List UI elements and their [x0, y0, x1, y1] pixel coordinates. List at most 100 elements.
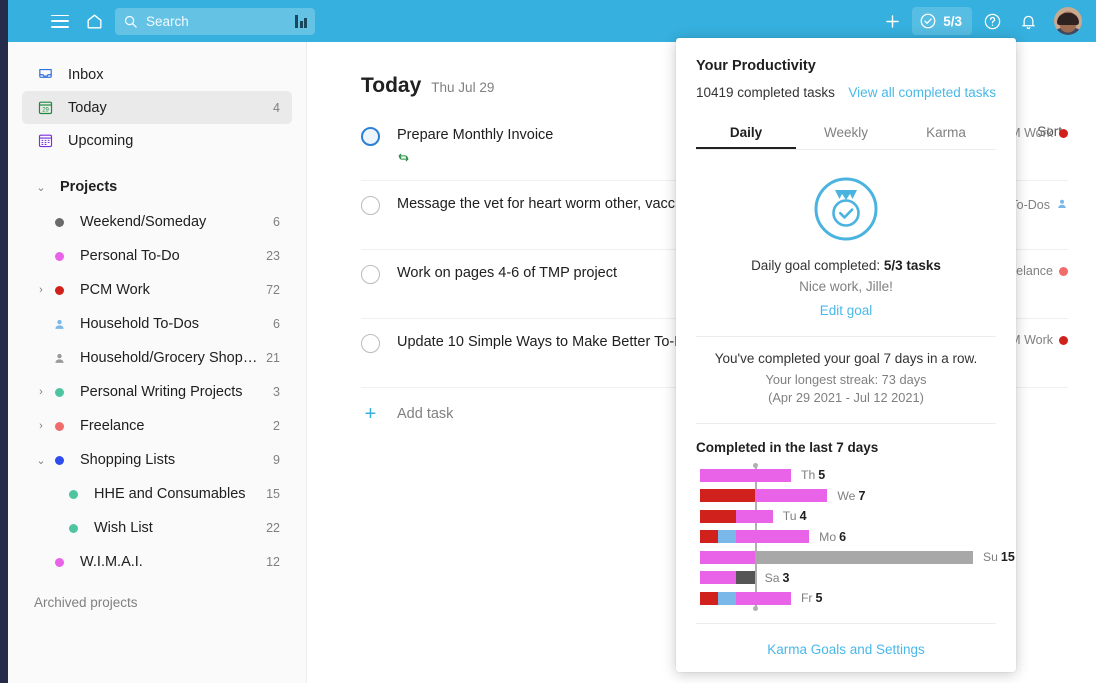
- chart-day-value: 6: [839, 529, 847, 544]
- sidebar-project-label: HHE and Consumables: [94, 486, 246, 502]
- chart-bar-segment: [754, 489, 828, 502]
- chart-day-label: Su: [982, 550, 998, 564]
- chart-bar: [700, 489, 828, 502]
- avatar[interactable]: [1054, 7, 1082, 35]
- sidebar-project-count: 15: [266, 487, 280, 501]
- sidebar-project-item[interactable]: W.I.M.A.I. 12: [22, 545, 292, 579]
- chart-day-label: Tu: [782, 509, 797, 523]
- chart-day-label: Th: [801, 468, 816, 482]
- karma-goals-settings-link[interactable]: Karma Goals and Settings: [696, 642, 996, 657]
- sidebar-project-item[interactable]: › PCM Work 72: [22, 273, 292, 307]
- chevron-down-icon[interactable]: ⌄: [34, 454, 48, 467]
- sidebar-project-item[interactable]: HHE and Consumables 15: [22, 477, 292, 511]
- bars-icon[interactable]: [295, 15, 307, 28]
- chart-bar-row: Fr 5: [696, 588, 996, 608]
- search-input[interactable]: Search: [115, 8, 315, 35]
- tab-weekly[interactable]: Weekly: [796, 118, 896, 149]
- home-button[interactable]: [78, 5, 110, 37]
- sidebar-project-item[interactable]: Personal To-Do 23: [22, 239, 292, 273]
- chart-bar: [700, 530, 810, 543]
- edit-goal-link[interactable]: Edit goal: [696, 303, 996, 318]
- divider: [696, 423, 996, 424]
- sidebar-project-label: Personal Writing Projects: [80, 384, 243, 400]
- tab-daily[interactable]: Daily: [696, 118, 796, 149]
- productivity-popup: Your Productivity 10419 completed tasks …: [676, 38, 1016, 672]
- sidebar-project-count: 22: [266, 521, 280, 535]
- chart-day-label: Fr: [800, 591, 813, 605]
- project-color-dot: [48, 421, 70, 431]
- project-color-dot: [62, 523, 84, 533]
- chevron-right-icon[interactable]: ›: [34, 420, 48, 432]
- divider: [696, 623, 996, 624]
- chart-bar: [700, 571, 755, 584]
- tab-karma[interactable]: Karma: [896, 118, 996, 149]
- sidebar-project-item[interactable]: ⌄ Shopping Lists 9: [22, 443, 292, 477]
- view-all-completed-tasks-link[interactable]: View all completed tasks: [848, 85, 996, 100]
- chevron-right-icon[interactable]: ›: [34, 386, 48, 398]
- sidebar-project-label: Wish List: [94, 520, 153, 536]
- sidebar-item-count: 4: [273, 100, 280, 115]
- sidebar: Inbox 29 Today 4 Upcoming ⌄ Projects Wee…: [8, 42, 307, 683]
- archived-projects-link[interactable]: Archived projects: [22, 587, 292, 618]
- sidebar-item-inbox[interactable]: Inbox: [22, 58, 292, 91]
- sidebar-project-label: Personal To-Do: [80, 248, 180, 264]
- encouragement-text: Nice work, Jille!: [799, 279, 893, 294]
- project-color-dot: [48, 557, 70, 567]
- menu-toggle-button[interactable]: [44, 5, 76, 37]
- projects-list: Weekend/Someday 6 Personal To-Do 23 › PCM Wor…: [8, 205, 306, 579]
- help-button[interactable]: [976, 5, 1008, 37]
- chart-bar-segment: [700, 591, 719, 605]
- chart-bar-segment: [700, 468, 791, 482]
- sidebar-project-item[interactable]: › Personal Writing Projects 3: [22, 375, 292, 409]
- page-date: Thu Jul 29: [431, 80, 495, 95]
- chart-bar-segment: [736, 509, 773, 523]
- chart-bar-label: Th 5: [801, 468, 825, 482]
- chart-bar: [700, 591, 791, 605]
- sidebar-project-count: 6: [273, 215, 280, 229]
- calendar-29-icon: 29: [34, 99, 56, 116]
- chart-day-value: 15: [1000, 550, 1015, 564]
- person-icon: [48, 318, 70, 331]
- notifications-button[interactable]: [1012, 5, 1044, 37]
- sidebar-project-item[interactable]: Household/Grocery Shopp… 21: [22, 341, 292, 375]
- sidebar-project-item[interactable]: Weekend/Someday 6: [22, 205, 292, 239]
- task-checkbox[interactable]: [361, 196, 380, 215]
- project-color-dot: [48, 387, 70, 397]
- karma-counter-button[interactable]: 5/3: [912, 7, 972, 35]
- sidebar-project-item[interactable]: Household To-Dos 6: [22, 307, 292, 341]
- chart-bar-segment: [736, 530, 810, 543]
- task-checkbox[interactable]: [361, 265, 380, 284]
- left-rail: [0, 0, 8, 683]
- search-icon: [124, 15, 137, 28]
- projects-section-header[interactable]: ⌄ Projects: [22, 171, 292, 203]
- sidebar-project-count: 12: [266, 555, 280, 569]
- add-task-button[interactable]: [876, 5, 908, 37]
- todoist-app: Search 5/3 Inbox 29 Today 4 Upcoming ⌄ P…: [0, 0, 1096, 683]
- sidebar-item-upcoming[interactable]: Upcoming: [22, 124, 292, 157]
- chart-bar-segment: [718, 591, 737, 605]
- streak-dates-text: (Apr 29 2021 - Jul 12 2021): [768, 390, 924, 405]
- top-bar-actions: 5/3: [876, 0, 1082, 42]
- inbox-icon: [34, 66, 56, 83]
- top-navigation-bar: Search 5/3: [8, 0, 1096, 42]
- chart-bar: [700, 468, 791, 482]
- calendar-grid-icon: [34, 132, 56, 149]
- sidebar-project-count: 3: [273, 385, 280, 399]
- chart-bar-row: Tu 4: [696, 506, 996, 526]
- task-checkbox[interactable]: [361, 127, 380, 146]
- project-color-dot: [48, 251, 70, 261]
- sidebar-project-label: Weekend/Someday: [80, 214, 207, 230]
- sidebar-project-label: Shopping Lists: [80, 452, 176, 468]
- task-checkbox[interactable]: [361, 334, 380, 353]
- chart-day-value: 7: [858, 488, 866, 503]
- chevron-right-icon[interactable]: ›: [34, 284, 48, 296]
- sidebar-project-item[interactable]: Wish List 22: [22, 511, 292, 545]
- plus-icon: [885, 14, 899, 28]
- divider: [696, 336, 996, 337]
- project-color-dot: [1059, 266, 1068, 276]
- bell-icon: [1021, 15, 1035, 29]
- sidebar-project-item[interactable]: › Freelance 2: [22, 409, 292, 443]
- sidebar-item-today[interactable]: 29 Today 4: [22, 91, 292, 124]
- chart-bar-segment: [700, 489, 755, 502]
- sidebar-project-count: 21: [266, 351, 280, 365]
